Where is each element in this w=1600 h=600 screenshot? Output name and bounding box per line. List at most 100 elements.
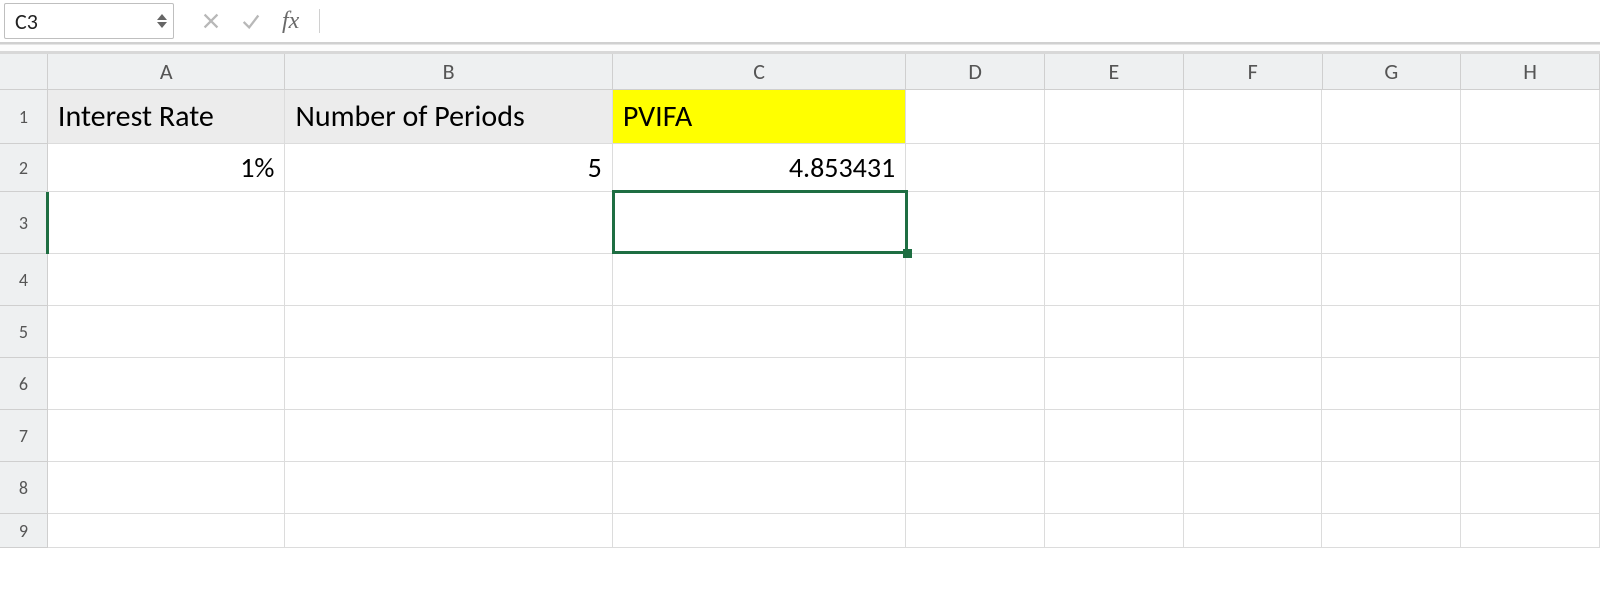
cell-G1[interactable] — [1322, 90, 1461, 144]
cell-B3[interactable] — [285, 192, 612, 254]
select-all-corner[interactable] — [0, 54, 48, 90]
cell-G8[interactable] — [1322, 462, 1461, 514]
cancel-formula-button[interactable] — [198, 8, 224, 34]
row-header-3[interactable]: 3 — [0, 192, 48, 254]
column-header-E[interactable]: E — [1045, 54, 1184, 90]
cell-F7[interactable] — [1184, 410, 1323, 462]
confirm-formula-button[interactable] — [238, 8, 264, 34]
cell-B2[interactable]: 5 — [285, 144, 612, 192]
name-box[interactable]: C3 — [4, 3, 174, 39]
row-header-7[interactable]: 7 — [0, 410, 48, 462]
cell-B5[interactable] — [285, 306, 612, 358]
cell-A6[interactable] — [48, 358, 286, 410]
cell-G3[interactable] — [1322, 192, 1461, 254]
cell-C3[interactable] — [613, 192, 906, 254]
cell-D3[interactable] — [906, 192, 1045, 254]
cell-H7[interactable] — [1461, 410, 1600, 462]
cell-E5[interactable] — [1045, 306, 1184, 358]
cell-C8[interactable] — [613, 462, 906, 514]
cell-H9[interactable] — [1461, 514, 1600, 548]
cell-E3[interactable] — [1045, 192, 1184, 254]
row-header-6[interactable]: 6 — [0, 358, 48, 410]
cell-H5[interactable] — [1461, 306, 1600, 358]
cell-D4[interactable] — [906, 254, 1045, 306]
cell-C2[interactable]: 4.853431 — [613, 144, 906, 192]
cell-C5[interactable] — [613, 306, 906, 358]
cell-B4[interactable] — [285, 254, 612, 306]
cell-B7[interactable] — [285, 410, 612, 462]
cell-H1[interactable] — [1461, 90, 1600, 144]
fill-handle[interactable] — [903, 249, 912, 258]
cell-E8[interactable] — [1045, 462, 1184, 514]
cell-F6[interactable] — [1184, 358, 1323, 410]
cell-D2[interactable] — [906, 144, 1045, 192]
cell-A8[interactable] — [48, 462, 286, 514]
cell-G4[interactable] — [1322, 254, 1461, 306]
cell-F2[interactable] — [1184, 144, 1323, 192]
cell-A2[interactable]: 1% — [48, 144, 286, 192]
cell-F1[interactable] — [1184, 90, 1323, 144]
column-headers: A B C D E F G H — [0, 54, 1600, 90]
cell-H2[interactable] — [1461, 144, 1600, 192]
cell-E9[interactable] — [1045, 514, 1184, 548]
cell-D8[interactable] — [906, 462, 1045, 514]
cell-B9[interactable] — [285, 514, 612, 548]
column-header-H[interactable]: H — [1461, 54, 1600, 90]
row-header-5[interactable]: 5 — [0, 306, 48, 358]
cell-A4[interactable] — [48, 254, 286, 306]
cell-E2[interactable] — [1045, 144, 1184, 192]
cell-H8[interactable] — [1461, 462, 1600, 514]
column-header-C[interactable]: C — [613, 54, 906, 90]
cell-A7[interactable] — [48, 410, 286, 462]
cell-F8[interactable] — [1184, 462, 1323, 514]
name-box-stepper[interactable] — [157, 14, 167, 28]
cell-D1[interactable] — [906, 90, 1045, 144]
cell-H4[interactable] — [1461, 254, 1600, 306]
column-header-D[interactable]: D — [906, 54, 1045, 90]
cell-D6[interactable] — [906, 358, 1045, 410]
cell-D9[interactable] — [906, 514, 1045, 548]
cell-F4[interactable] — [1184, 254, 1323, 306]
cell-G2[interactable] — [1322, 144, 1461, 192]
row-header-9[interactable]: 9 — [0, 514, 48, 548]
cell-C9[interactable] — [613, 514, 906, 548]
cell-D5[interactable] — [906, 306, 1045, 358]
row-header-8[interactable]: 8 — [0, 462, 48, 514]
cell-E7[interactable] — [1045, 410, 1184, 462]
cell-E4[interactable] — [1045, 254, 1184, 306]
cell-G6[interactable] — [1322, 358, 1461, 410]
formula-input[interactable] — [334, 3, 338, 39]
cell-B6[interactable] — [285, 358, 612, 410]
column-header-B[interactable]: B — [285, 54, 612, 90]
cell-G9[interactable] — [1322, 514, 1461, 548]
spreadsheet-grid[interactable]: A B C D E F G H 1 Interest Rate Number o… — [0, 54, 1600, 548]
cell-F3[interactable] — [1184, 192, 1323, 254]
cell-C4[interactable] — [613, 254, 906, 306]
cell-H6[interactable] — [1461, 358, 1600, 410]
cell-A9[interactable] — [48, 514, 286, 548]
cell-E1[interactable] — [1045, 90, 1184, 144]
cell-B1[interactable]: Number of Periods — [285, 90, 612, 144]
row-header-4[interactable]: 4 — [0, 254, 48, 306]
cell-A3[interactable] — [48, 192, 286, 254]
cell-A5[interactable] — [48, 306, 286, 358]
cell-G7[interactable] — [1322, 410, 1461, 462]
cell-G5[interactable] — [1322, 306, 1461, 358]
row-header-2[interactable]: 2 — [0, 144, 48, 192]
row-9: 9 — [0, 514, 1600, 548]
cell-D7[interactable] — [906, 410, 1045, 462]
cell-C7[interactable] — [613, 410, 906, 462]
cell-C6[interactable] — [613, 358, 906, 410]
cell-E6[interactable] — [1045, 358, 1184, 410]
row-header-1[interactable]: 1 — [0, 90, 48, 144]
fx-label[interactable]: fx — [282, 8, 299, 35]
cell-H3[interactable] — [1461, 192, 1600, 254]
cell-A1[interactable]: Interest Rate — [48, 90, 286, 144]
cell-F9[interactable] — [1184, 514, 1323, 548]
column-header-F[interactable]: F — [1184, 54, 1323, 90]
column-header-G[interactable]: G — [1323, 54, 1462, 90]
cell-F5[interactable] — [1184, 306, 1323, 358]
column-header-A[interactable]: A — [48, 54, 286, 90]
cell-B8[interactable] — [285, 462, 612, 514]
cell-C1[interactable]: PVIFA — [613, 90, 906, 144]
